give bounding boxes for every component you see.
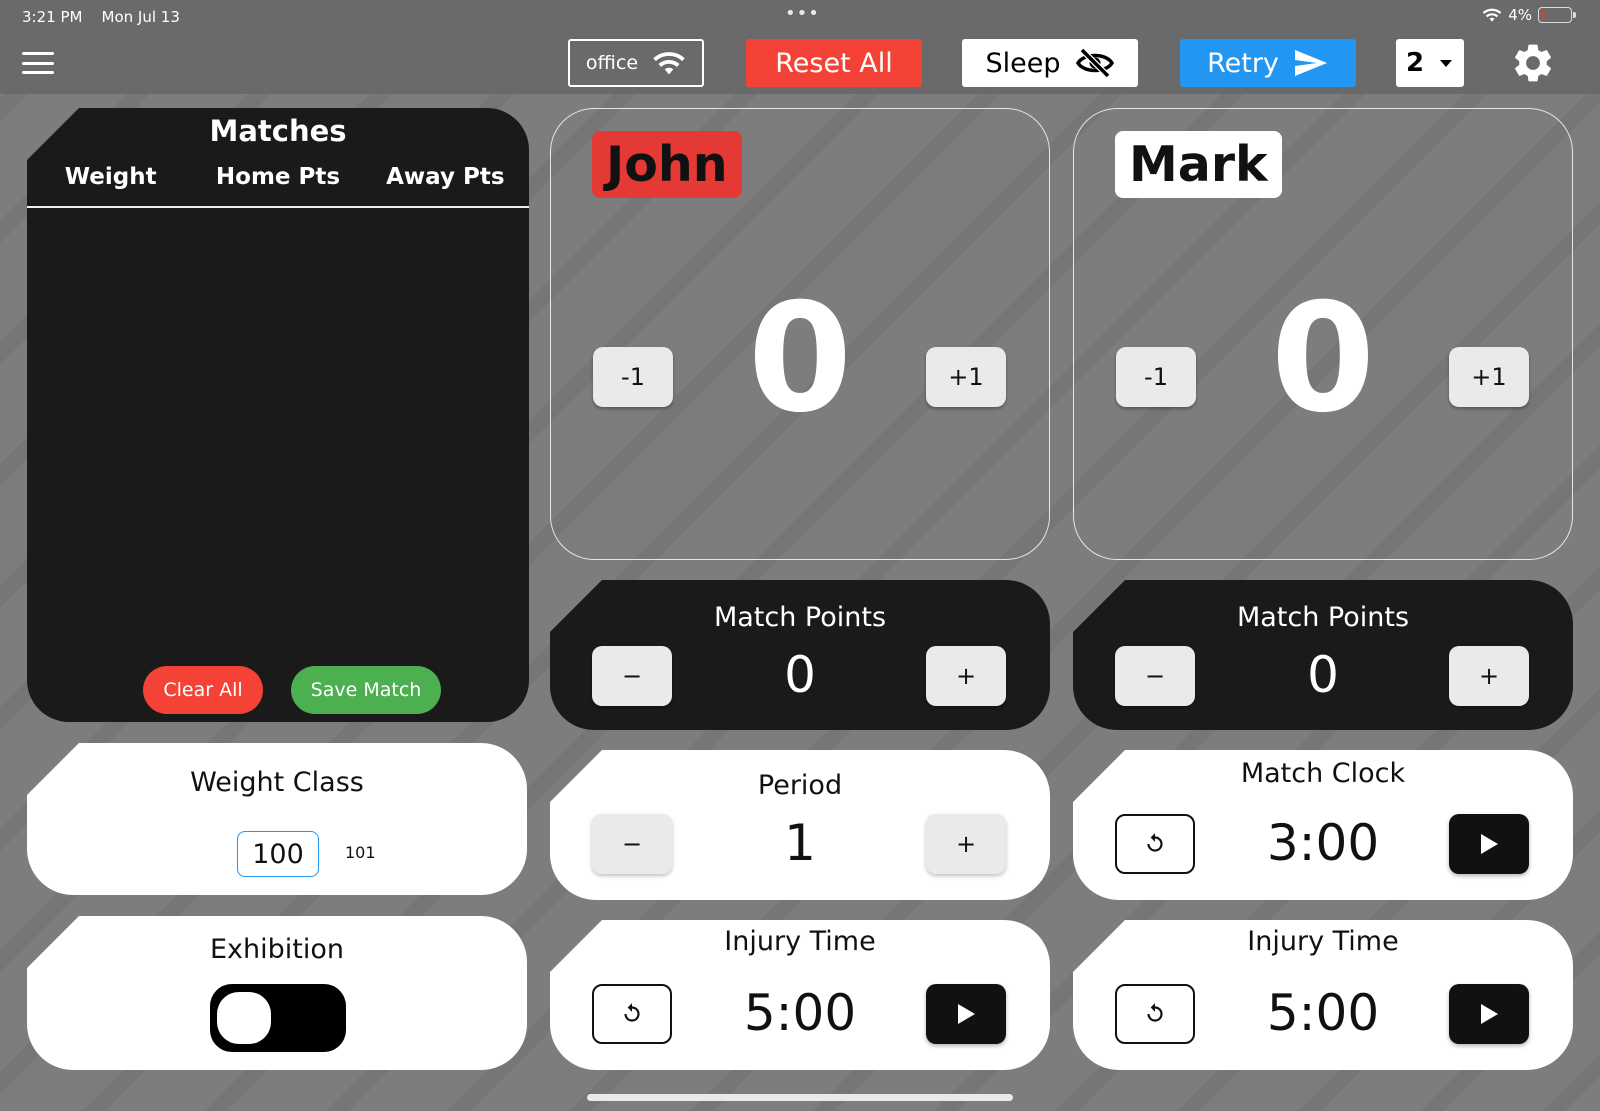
mat-count-select[interactable]: 2 [1396,39,1464,87]
toggle-knob [217,992,271,1044]
exhibition-toggle[interactable] [210,984,346,1052]
home-score-panel: John -1 0 +1 [550,108,1050,560]
top-bar: 3:21 PM Mon Jul 13 ••• 4% office Reset A… [0,0,1600,94]
home-wrestler-name[interactable]: John [592,131,742,198]
match-clock-play-button[interactable] [1449,814,1529,874]
sleep-label: Sleep [985,47,1061,79]
reset-all-button[interactable]: Reset All [746,39,922,87]
away-score-panel: Mark -1 0 +1 [1073,108,1573,560]
reset-all-label: Reset All [775,47,893,79]
away-injury-time-card: Injury Time 5:00 [1073,920,1573,1070]
away-wrestler-name[interactable]: Mark [1115,131,1282,198]
match-clock-title: Match Clock [1240,758,1406,789]
away-match-points-plus-button[interactable]: + [1449,646,1529,706]
away-injury-play-button[interactable] [1449,984,1529,1044]
period-plus-button[interactable]: + [926,814,1006,874]
column-home-pts: Home Pts [215,164,341,190]
retry-label: Retry [1207,47,1279,79]
play-icon [1481,834,1498,854]
send-icon [1294,50,1327,76]
matches-title: Matches [209,114,347,148]
home-injury-time-card: Injury Time 5:00 [550,920,1050,1070]
wifi-icon [653,52,685,75]
home-match-points-card: Match Points − 0 + [550,580,1050,730]
network-label: office [585,52,639,74]
period-card: Period − 1 + [550,750,1050,900]
home-match-points-plus-button[interactable]: + [926,646,1006,706]
weight-class-selected[interactable]: 100 [237,831,319,877]
network-button[interactable]: office [568,39,704,87]
exhibition-title: Exhibition [209,934,344,965]
play-icon [958,1004,975,1024]
matches-panel: Matches Weight Home Pts Away Pts Clear A… [27,108,529,722]
status-clock: 3:21 PM [22,8,83,26]
period-title: Period [757,770,843,801]
chevron-down-icon [1440,59,1453,67]
retry-button[interactable]: Retry [1180,39,1356,87]
match-clock-card: Match Clock 3:00 [1073,750,1573,900]
multitask-dots-icon[interactable]: ••• [785,3,820,24]
home-indicator[interactable] [587,1094,1013,1101]
column-weight: Weight [64,164,157,190]
home-plus-one-button[interactable]: +1 [926,347,1006,407]
battery-icon [1538,7,1572,23]
status-date: Mon Jul 13 [101,8,180,26]
play-icon [1481,1004,1498,1024]
sleep-button[interactable]: Sleep [962,39,1138,87]
weight-class-next[interactable]: 101 [345,843,376,862]
battery-percent: 4% [1508,6,1532,24]
home-injury-play-button[interactable] [926,984,1006,1044]
status-time: 3:21 PM Mon Jul 13 [22,8,180,26]
save-match-button[interactable]: Save Match [291,666,441,714]
battery-nub [1573,12,1576,18]
wifi-status-icon [1482,8,1502,22]
away-injury-time-title: Injury Time [1247,926,1399,957]
eye-off-icon [1075,48,1114,78]
away-match-points-card: Match Points − 0 + [1073,580,1573,730]
away-plus-one-button[interactable]: +1 [1449,347,1529,407]
home-match-points-title: Match Points [713,602,887,633]
status-indicators: 4% [1482,6,1576,24]
clear-all-button[interactable]: Clear All [143,666,263,714]
weight-class-card: Weight Class 100 101 [27,743,527,895]
gear-icon[interactable] [1510,40,1556,86]
weight-class-title: Weight Class [190,767,364,798]
hamburger-menu-icon[interactable] [22,52,54,74]
home-injury-time-title: Injury Time [724,926,876,957]
matches-table-header: Weight Home Pts Away Pts [27,164,529,208]
away-match-points-title: Match Points [1236,602,1410,633]
column-away-pts: Away Pts [386,164,505,190]
exhibition-card: Exhibition [27,916,527,1070]
mat-count-value: 2 [1406,48,1425,78]
